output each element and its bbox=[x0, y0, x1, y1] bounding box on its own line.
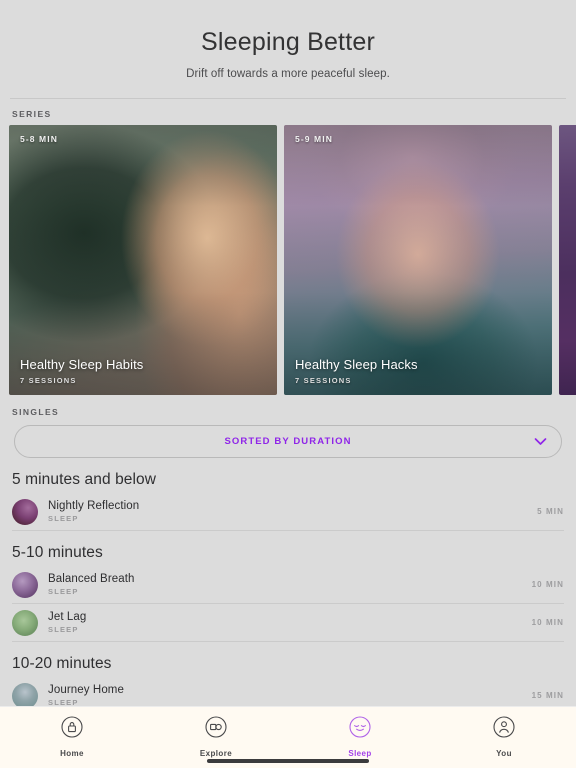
page-header: Sleeping Better Drift off towards a more… bbox=[0, 0, 576, 80]
series-card-footer: Healthy Sleep Habits 7 SESSIONS bbox=[20, 357, 143, 385]
sort-button-label: SORTED BY DURATION bbox=[224, 436, 352, 447]
sleep-face-icon bbox=[349, 716, 371, 743]
track-category: SLEEP bbox=[48, 514, 79, 523]
person-icon bbox=[493, 716, 515, 743]
list-item-text: Balanced Breath SLEEP bbox=[48, 573, 524, 596]
series-card-footer: Healthy Sleep Hacks 7 SESSIONS bbox=[295, 357, 418, 385]
page-subtitle: Drift off towards a more peaceful sleep. bbox=[186, 68, 390, 80]
track-category: SLEEP bbox=[48, 698, 79, 706]
singles-group: 5-10 minutes Balanced Breath SLEEP 10 MI… bbox=[0, 531, 576, 642]
track-title: Nightly Reflection bbox=[48, 500, 140, 512]
series-card-duration: 5-9 MIN bbox=[295, 134, 333, 144]
sort-by-duration-button[interactable]: SORTED BY DURATION bbox=[14, 425, 562, 458]
tab-sleep[interactable]: Sleep bbox=[288, 716, 432, 758]
series-card-scrim bbox=[9, 125, 277, 395]
scroll-content[interactable]: Sleeping Better Drift off towards a more… bbox=[0, 0, 576, 706]
track-duration: 5 MIN bbox=[537, 507, 564, 516]
tab-home[interactable]: Home bbox=[0, 716, 144, 758]
singles-group: 5 minutes and below Nightly Reflection S… bbox=[0, 458, 576, 531]
track-thumbnail bbox=[12, 609, 38, 636]
tab-label: You bbox=[496, 749, 512, 758]
explore-compass-icon bbox=[205, 716, 227, 743]
track-category: SLEEP bbox=[48, 625, 79, 634]
list-item[interactable]: Balanced Breath SLEEP 10 MIN bbox=[12, 566, 564, 604]
tab-you[interactable]: You bbox=[432, 716, 576, 758]
home-indicator bbox=[207, 759, 369, 763]
sort-control-wrap: SORTED BY DURATION bbox=[0, 423, 576, 458]
app-root: Sleeping Better Drift off towards a more… bbox=[0, 0, 576, 768]
list-item[interactable]: Jet Lag SLEEP 10 MIN bbox=[12, 604, 564, 642]
list-item-text: Jet Lag SLEEP bbox=[48, 611, 524, 634]
group-title: 5 minutes and below bbox=[12, 471, 157, 488]
tab-label: Home bbox=[60, 749, 84, 758]
track-duration: 10 MIN bbox=[531, 580, 564, 589]
series-card-scrim bbox=[284, 125, 552, 395]
track-title: Balanced Breath bbox=[48, 573, 135, 585]
track-duration: 15 MIN bbox=[531, 691, 564, 700]
track-title: Journey Home bbox=[48, 684, 124, 696]
list-item[interactable]: Nightly Reflection SLEEP 5 MIN bbox=[12, 493, 564, 531]
track-duration: 10 MIN bbox=[531, 618, 564, 627]
chevron-down-icon bbox=[534, 433, 547, 451]
series-card-sessions: 7 SESSIONS bbox=[295, 376, 352, 385]
series-card-sessions: 7 SESSIONS bbox=[20, 376, 77, 385]
tab-explore[interactable]: Explore bbox=[144, 716, 288, 758]
series-card[interactable]: 5-9 MIN Healthy Sleep Hacks 7 SESSIONS bbox=[284, 125, 552, 395]
group-title: 5-10 minutes bbox=[12, 544, 103, 561]
series-card-image bbox=[559, 125, 576, 395]
series-carousel[interactable]: 5-8 MIN Healthy Sleep Habits 7 SESSIONS … bbox=[0, 125, 576, 397]
track-thumbnail bbox=[12, 571, 38, 598]
series-card-title: Healthy Sleep Habits bbox=[20, 357, 144, 372]
track-thumbnail bbox=[12, 682, 38, 706]
track-category: SLEEP bbox=[48, 587, 79, 596]
track-title: Jet Lag bbox=[48, 611, 87, 623]
bottom-tab-bar: Home Explore Sleep You bbox=[0, 706, 576, 768]
page-title: Sleeping Better bbox=[201, 28, 375, 56]
singles-section-label: SINGLES bbox=[12, 407, 60, 417]
tab-label: Explore bbox=[199, 749, 233, 758]
series-section-label: SERIES bbox=[12, 109, 52, 119]
group-title: 10-20 minutes bbox=[12, 655, 112, 672]
home-lock-icon bbox=[61, 716, 83, 743]
series-card-duration: 5-8 MIN bbox=[20, 134, 58, 144]
track-thumbnail bbox=[12, 498, 38, 525]
list-item-text: Nightly Reflection SLEEP bbox=[48, 500, 529, 523]
series-card-partial[interactable] bbox=[559, 125, 576, 395]
series-card-title: Healthy Sleep Hacks bbox=[295, 357, 418, 372]
tab-label: Sleep bbox=[348, 749, 372, 758]
list-item-text: Journey Home SLEEP bbox=[48, 684, 524, 706]
list-item[interactable]: Journey Home SLEEP 15 MIN bbox=[12, 677, 564, 706]
singles-group: 10-20 minutes Journey Home SLEEP 15 MIN … bbox=[0, 642, 576, 706]
series-card[interactable]: 5-8 MIN Healthy Sleep Habits 7 SESSIONS bbox=[9, 125, 277, 395]
